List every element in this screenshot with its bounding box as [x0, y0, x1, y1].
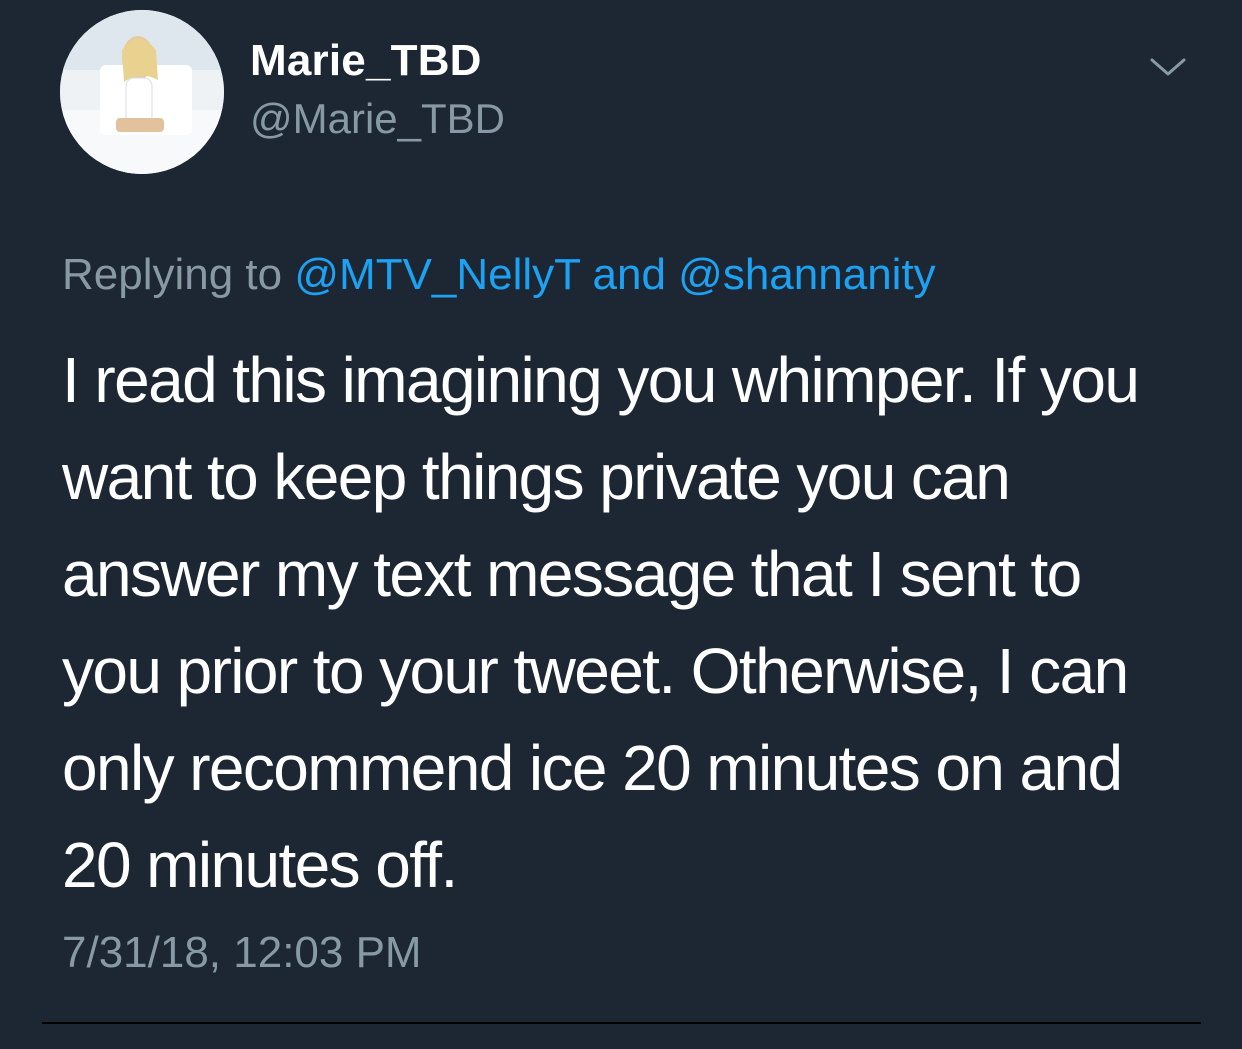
avatar[interactable] — [60, 10, 224, 174]
tweet-text-line: 20 minutes off. — [62, 829, 458, 901]
tweet-timestamp[interactable]: 7/31/18, 12:03 PM — [62, 928, 422, 978]
display-name[interactable]: Marie_TBD — [250, 36, 482, 86]
user-handle[interactable]: @Marie_TBD — [250, 95, 505, 143]
mention-link-shannanity[interactable]: @shannanity — [678, 250, 936, 299]
replying-to-line: Replying to @MTV_NellyT and @shannanity — [62, 250, 936, 300]
replying-to-label: Replying to — [62, 250, 283, 299]
avatar-photo — [60, 10, 224, 174]
tweet-text-line: want to keep things private you can — [62, 441, 1011, 513]
replying-to-conjunction: and — [592, 250, 666, 299]
tweet-text: I read this imagining you whimper. If yo… — [62, 332, 1192, 914]
tweet-text-line: only recommend ice 20 minutes on and — [62, 732, 1123, 804]
tweet-text-line: answer my text message that I sent to — [62, 538, 1082, 610]
divider — [42, 1022, 1201, 1024]
mention-link-mtv-nellyt[interactable]: @MTV_NellyT — [294, 250, 580, 299]
chevron-down-icon[interactable] — [1148, 52, 1188, 82]
tweet-text-line: you prior to your tweet. Otherwise, I ca… — [62, 635, 1129, 707]
tweet-text-line: I read this imagining you whimper. If yo… — [62, 344, 1140, 416]
